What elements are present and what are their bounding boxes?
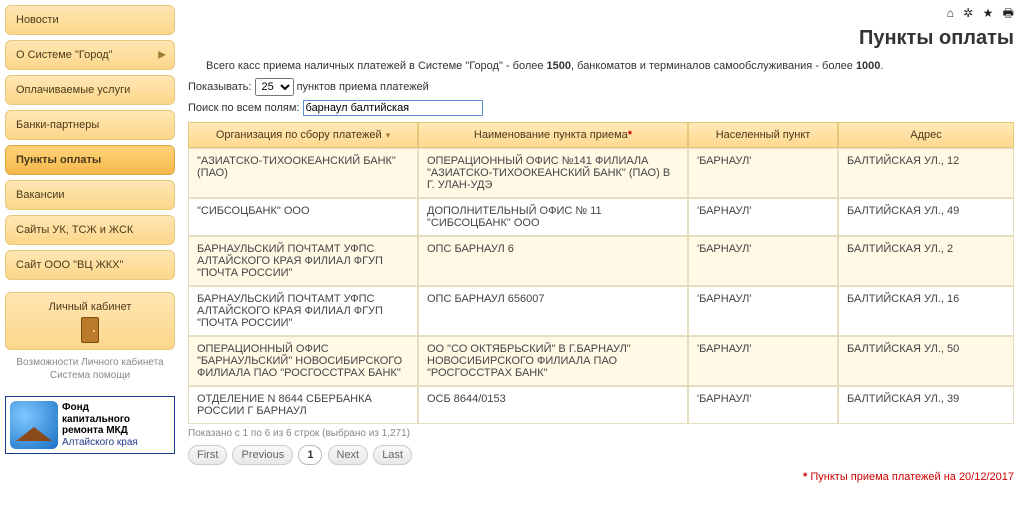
show-label: Показывать: bbox=[188, 81, 255, 93]
pager-first[interactable]: First bbox=[188, 445, 227, 465]
intro-text: Всего касс приема наличных платежей в Си… bbox=[188, 60, 1014, 72]
sidebar-item-label: Банки-партнеры bbox=[16, 119, 99, 131]
personal-cabinet-button[interactable]: Личный кабинет bbox=[5, 292, 175, 350]
cell-org: ОТДЕЛЕНИЕ N 8644 СБЕРБАНКА РОССИИ Г БАРН… bbox=[188, 386, 418, 424]
sidebar-item-label: Новости bbox=[16, 14, 59, 26]
sidebar-item-4[interactable]: Пункты оплаты bbox=[5, 145, 175, 175]
search-input[interactable] bbox=[303, 100, 483, 116]
sidebar-item-label: О Системе "Город" bbox=[16, 49, 113, 61]
cell-city: 'БАРНАУЛ' bbox=[688, 386, 838, 424]
sort-icon: ▾ bbox=[386, 130, 391, 140]
cell-city: 'БАРНАУЛ' bbox=[688, 148, 838, 198]
sidebar-item-3[interactable]: Банки-партнеры bbox=[5, 110, 175, 140]
sidebar-item-label: Сайт ООО "ВЦ ЖКХ" bbox=[16, 259, 123, 271]
home-icon[interactable]: ⌂ bbox=[947, 6, 954, 20]
col-org[interactable]: Организация по сбору платежей▾ bbox=[188, 122, 418, 148]
table-row: "АЗИАТСКО-ТИХООКЕАНСКИЙ БАНК" (ПАО)ОПЕРА… bbox=[188, 148, 1014, 198]
cell-name: ОПС БАРНАУЛ 6 bbox=[418, 236, 688, 286]
col-city[interactable]: Населенный пункт bbox=[688, 122, 838, 148]
cell-org: ОПЕРАЦИОННЫЙ ОФИС "БАРНАУЛЬСКИЙ" НОВОСИБ… bbox=[188, 336, 418, 386]
sidebar-item-2[interactable]: Оплачиваемые услуги bbox=[5, 75, 175, 105]
fond-banner[interactable]: Фонд капитального ремонта МКД Алтайского… bbox=[5, 396, 175, 454]
cell-org: "СИБСОЦБАНК" ООО bbox=[188, 198, 418, 236]
cell-city: 'БАРНАУЛ' bbox=[688, 198, 838, 236]
table-row: "СИБСОЦБАНК" ОООДОПОЛНИТЕЛЬНЫЙ ОФИС № 11… bbox=[188, 198, 1014, 236]
pager: First Previous 1 Next Last bbox=[188, 445, 1014, 465]
footnote: * Пункты приема платежей на 20/12/2017 bbox=[188, 471, 1014, 483]
rss-icon[interactable]: ✲ bbox=[963, 6, 973, 20]
table-row: ОТДЕЛЕНИЕ N 8644 СБЕРБАНКА РОССИИ Г БАРН… bbox=[188, 386, 1014, 424]
star-icon[interactable]: ★ bbox=[983, 6, 994, 20]
pager-page-1[interactable]: 1 bbox=[298, 445, 322, 465]
lk-caption: Возможности Личного кабинета Система пом… bbox=[5, 356, 175, 382]
cell-name: ОО "СО ОКТЯБРЬСКИЙ" В Г.БАРНАУЛ" НОВОСИБ… bbox=[418, 336, 688, 386]
asterisk-icon: * bbox=[628, 129, 632, 141]
table-row: ОПЕРАЦИОННЫЙ ОФИС "БАРНАУЛЬСКИЙ" НОВОСИБ… bbox=[188, 336, 1014, 386]
cell-city: 'БАРНАУЛ' bbox=[688, 286, 838, 336]
cell-name: ДОПОЛНИТЕЛЬНЫЙ ОФИС № 11 "СИБСОЦБАНК" ОО… bbox=[418, 198, 688, 236]
cell-addr: БАЛТИЙСКАЯ УЛ., 16 bbox=[838, 286, 1014, 336]
sidebar-item-label: Оплачиваемые услуги bbox=[16, 84, 130, 96]
page-title: Пункты оплаты bbox=[188, 27, 1014, 50]
cell-city: 'БАРНАУЛ' bbox=[688, 336, 838, 386]
table-row: БАРНАУЛЬСКИЙ ПОЧТАМТ УФПС АЛТАЙСКОГО КРА… bbox=[188, 286, 1014, 336]
pager-last[interactable]: Last bbox=[373, 445, 412, 465]
table-row: БАРНАУЛЬСКИЙ ПОЧТАМТ УФПС АЛТАЙСКОГО КРА… bbox=[188, 236, 1014, 286]
cell-addr: БАЛТИЙСКАЯ УЛ., 49 bbox=[838, 198, 1014, 236]
search-label: Поиск по всем полям: bbox=[188, 102, 303, 114]
personal-cabinet-label: Личный кабинет bbox=[49, 301, 132, 313]
chevron-right-icon: ▶ bbox=[158, 50, 166, 61]
sidebar-item-6[interactable]: Сайты УК, ТСЖ и ЖСК bbox=[5, 215, 175, 245]
cell-addr: БАЛТИЙСКАЯ УЛ., 39 bbox=[838, 386, 1014, 424]
sidebar-item-5[interactable]: Вакансии bbox=[5, 180, 175, 210]
cell-addr: БАЛТИЙСКАЯ УЛ., 12 bbox=[838, 148, 1014, 198]
show-suffix: пунктов приема платежей bbox=[297, 81, 429, 93]
payment-points-table: Организация по сбору платежей▾ Наименова… bbox=[188, 122, 1014, 424]
sidebar-item-7[interactable]: Сайт ООО "ВЦ ЖКХ" bbox=[5, 250, 175, 280]
cell-name: ОПЕРАЦИОННЫЙ ОФИС №141 ФИЛИАЛА "АЗИАТСКО… bbox=[418, 148, 688, 198]
col-name[interactable]: Наименование пункта приема* bbox=[418, 122, 688, 148]
col-addr[interactable]: Адрес bbox=[838, 122, 1014, 148]
sidebar-item-label: Вакансии bbox=[16, 189, 65, 201]
pager-next[interactable]: Next bbox=[328, 445, 369, 465]
pager-prev[interactable]: Previous bbox=[232, 445, 293, 465]
cell-org: "АЗИАТСКО-ТИХООКЕАНСКИЙ БАНК" (ПАО) bbox=[188, 148, 418, 198]
cell-org: БАРНАУЛЬСКИЙ ПОЧТАМТ УФПС АЛТАЙСКОГО КРА… bbox=[188, 236, 418, 286]
cell-name: ОПС БАРНАУЛ 656007 bbox=[418, 286, 688, 336]
cell-addr: БАЛТИЙСКАЯ УЛ., 50 bbox=[838, 336, 1014, 386]
sidebar-item-0[interactable]: Новости bbox=[5, 5, 175, 35]
cell-org: БАРНАУЛЬСКИЙ ПОЧТАМТ УФПС АЛТАЙСКОГО КРА… bbox=[188, 286, 418, 336]
table-info: Показано с 1 по 6 из 6 строк (выбрано из… bbox=[188, 428, 1014, 439]
sidebar-item-label: Сайты УК, ТСЖ и ЖСК bbox=[16, 224, 133, 236]
cell-city: 'БАРНАУЛ' bbox=[688, 236, 838, 286]
sidebar-item-label: Пункты оплаты bbox=[16, 154, 101, 166]
door-icon bbox=[81, 317, 99, 343]
cell-name: ОСБ 8644/0153 bbox=[418, 386, 688, 424]
page-size-select[interactable]: 25 bbox=[255, 78, 294, 96]
house-icon bbox=[10, 401, 58, 449]
cell-addr: БАЛТИЙСКАЯ УЛ., 2 bbox=[838, 236, 1014, 286]
print-icon[interactable]: 🖶 bbox=[1003, 6, 1014, 20]
sidebar-item-1[interactable]: О Системе "Город" ▶ bbox=[5, 40, 175, 70]
